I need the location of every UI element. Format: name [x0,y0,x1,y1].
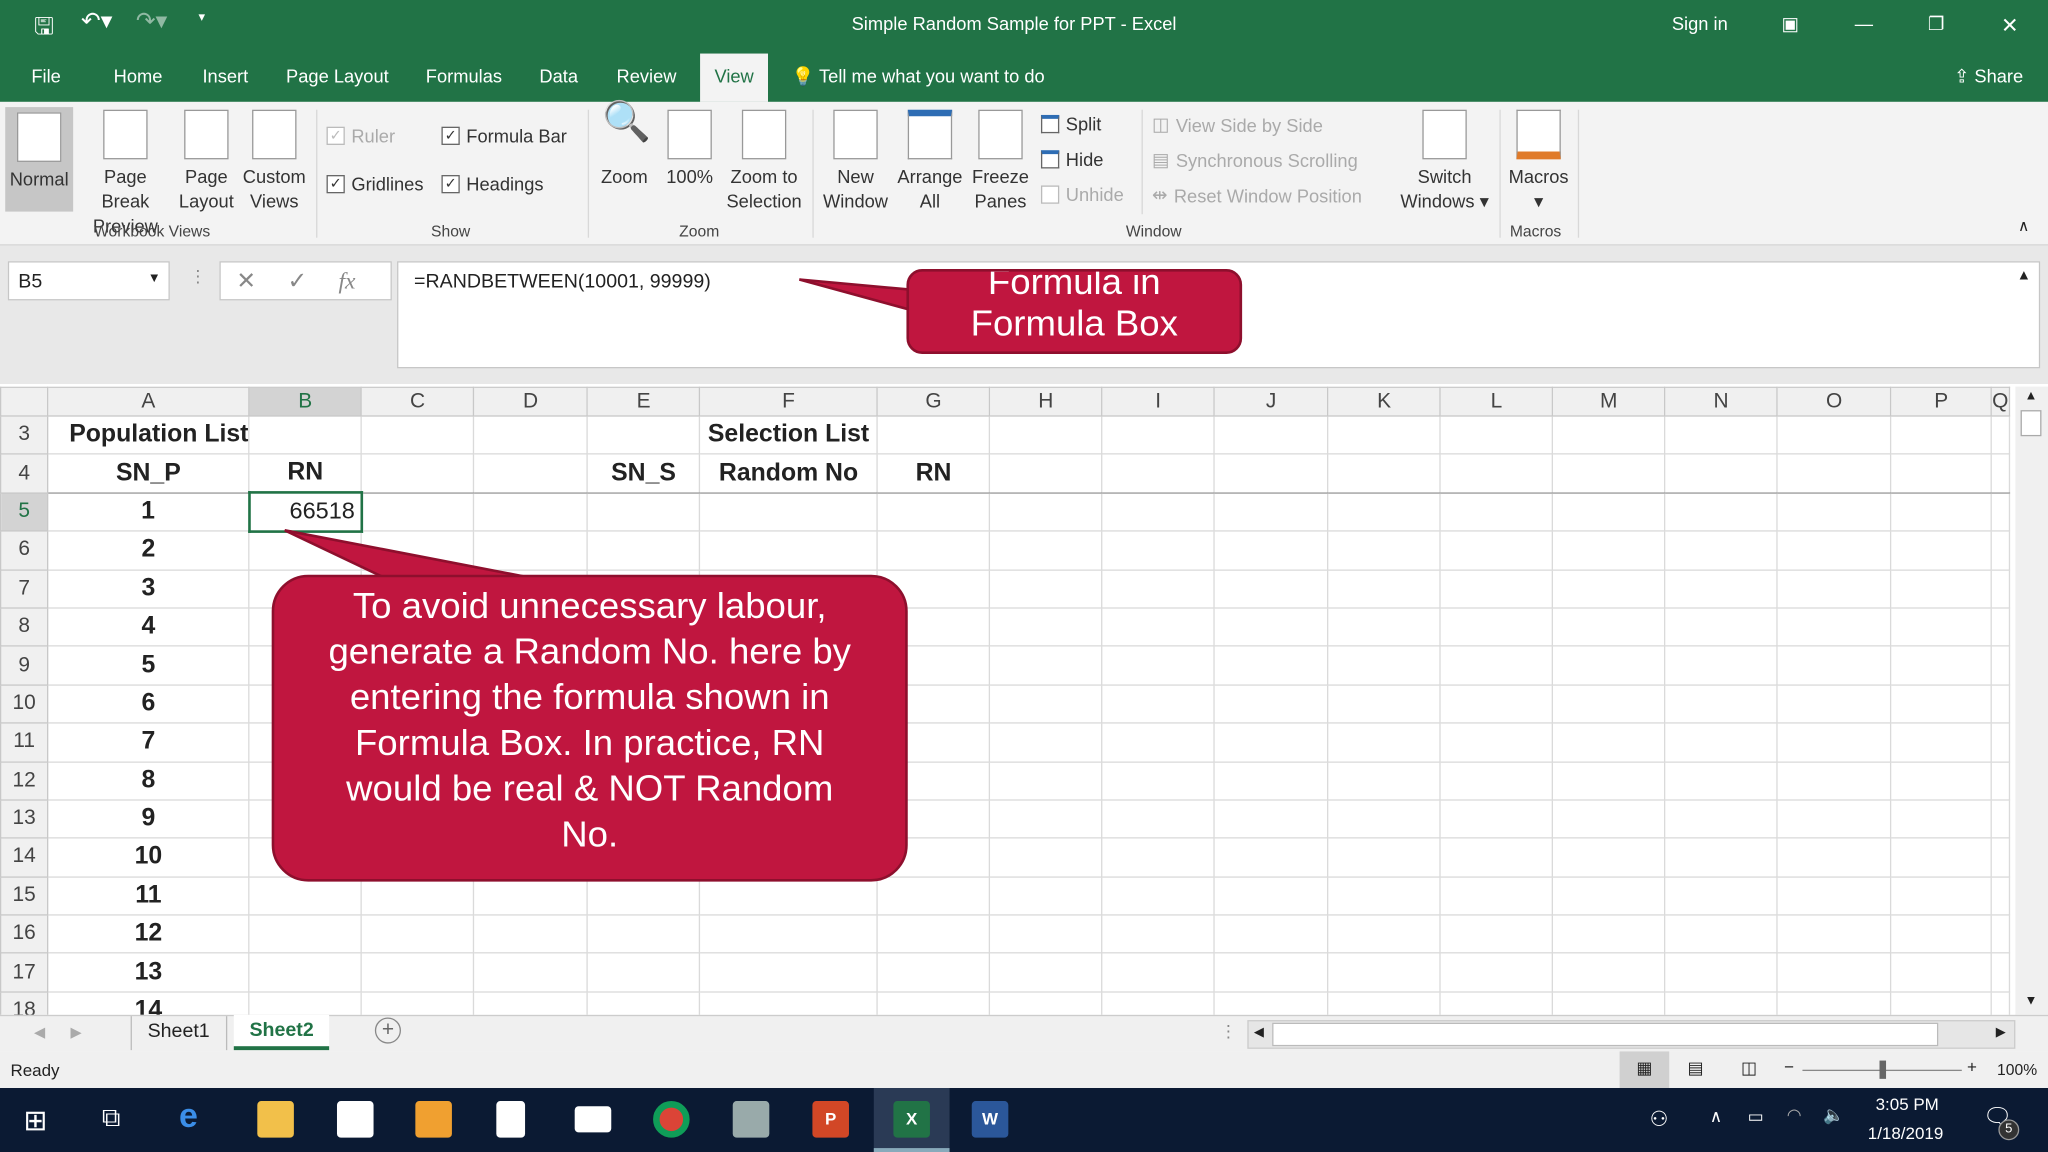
edge-icon[interactable]: e [179,1096,216,1135]
people-icon[interactable]: ⚇ [1650,1106,1669,1132]
powerpoint-icon[interactable]: P [812,1101,849,1138]
zoom-out-icon[interactable]: − [1784,1057,1794,1077]
horizontal-scrollbar[interactable]: ◀ ▶ [1247,1020,2016,1049]
h-scroll-thumb[interactable] [1272,1022,1939,1047]
battery-icon[interactable]: ▭ [1748,1106,1764,1127]
clock-time[interactable]: 3:05 PM [1876,1095,1939,1115]
status-ready: Ready [10,1060,60,1081]
chrome-icon[interactable] [653,1101,690,1138]
status-bar: Ready ▦ ▤ ◫ − + 100% [0,1051,2048,1088]
zoom-slider-thumb[interactable] [1879,1060,1887,1079]
mail-icon[interactable] [574,1106,612,1133]
note-callout-pointer [284,529,549,583]
zoom-in-icon[interactable]: + [1967,1057,1977,1077]
formula-callout-pointer [799,278,916,313]
taskbar: ⊞ ⧉ e P X W ⚇ ∧ ▭ ◠ 🔈 3:05 PM 1/18/2019 … [0,1087,2048,1152]
media-player-icon[interactable] [415,1101,452,1138]
sheet-tab-sheet2[interactable]: Sheet2 [233,1014,330,1051]
formula-callout-text: Formula in Formula Box [970,269,1178,344]
excel-icon: X [893,1101,930,1138]
show-hidden-icons[interactable]: ∧ [1710,1106,1722,1127]
zoom-percent[interactable]: 100% [1997,1061,2037,1079]
file-explorer-icon[interactable] [257,1101,294,1138]
task-view-icon[interactable]: ⧉ [102,1104,121,1134]
notification-badge: 5 [1998,1119,2020,1141]
sheet-tab-sheet1[interactable]: Sheet1 [130,1016,227,1051]
clock-date[interactable]: 1/18/2019 [1868,1123,1944,1143]
page-layout-status-icon[interactable]: ▤ [1688,1058,1704,1079]
page-break-status-icon[interactable]: ◫ [1741,1058,1757,1079]
volume-icon[interactable]: 🔈 [1823,1105,1844,1126]
paint-icon[interactable] [732,1101,770,1138]
add-sheet-icon[interactable]: + [374,1017,401,1044]
scroll-right-icon[interactable]: ▶ [1996,1025,2006,1039]
note-callout: To avoid unnecessary labour, generate a … [271,574,908,882]
prev-sheet-icon[interactable]: ◀ [34,1024,45,1041]
notepad-icon[interactable] [496,1101,526,1138]
normal-view-status-icon[interactable]: ▦ [1619,1051,1670,1088]
split-grip-icon[interactable]: ⋮ [1220,1021,1237,1042]
excel-taskbar-button[interactable]: X [873,1087,950,1152]
next-sheet-icon[interactable]: ▶ [71,1024,82,1041]
scroll-left-icon[interactable]: ◀ [1254,1025,1264,1039]
formula-callout: Formula in Formula Box [906,269,1243,354]
wifi-icon[interactable]: ◠ [1787,1105,1802,1126]
windows-start-icon[interactable]: ⊞ [24,1104,48,1138]
sheet-tab-bar: ◀ ▶ Sheet1 Sheet2 + ⋮ ◀ ▶ [0,1014,2048,1052]
note-callout-text: To avoid unnecessary labour, generate a … [328,585,851,855]
word-icon[interactable]: W [971,1101,1009,1138]
store-icon[interactable] [336,1101,374,1138]
